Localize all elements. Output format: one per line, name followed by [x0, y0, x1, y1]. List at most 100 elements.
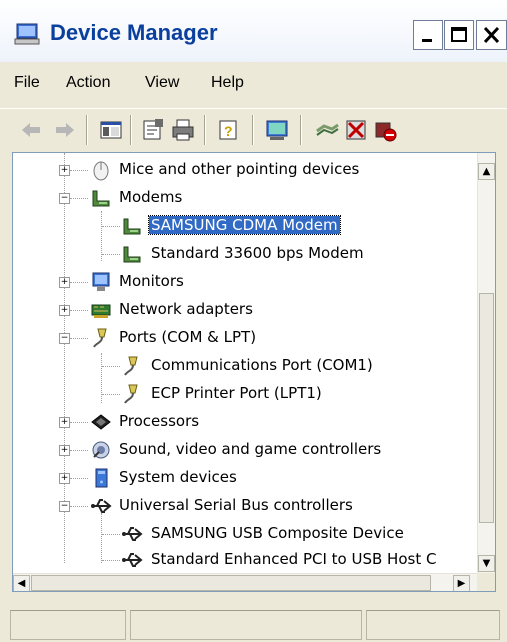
collapse-button[interactable]: −	[59, 333, 70, 344]
horizontal-scrollbar[interactable]: ◀ ▶	[13, 573, 477, 591]
network-adapter-icon	[91, 304, 111, 318]
tree-item-label: Mice and other pointing devices	[119, 160, 360, 178]
expand-button[interactable]: +	[59, 473, 70, 484]
expand-button[interactable]: +	[59, 277, 70, 288]
scroll-right-arrow-icon: ▶	[457, 578, 466, 589]
scan-hardware-icon[interactable]	[264, 117, 290, 143]
toolbar-separator	[204, 115, 206, 145]
print-icon[interactable]	[170, 117, 196, 143]
tree-connector	[102, 366, 120, 367]
close-button[interactable]	[476, 20, 507, 50]
back-arrow-icon[interactable]	[18, 117, 44, 143]
menu-file[interactable]: File	[14, 74, 40, 92]
tree-item-com1[interactable]: Communications Port (COM1)	[13, 353, 477, 379]
tree-connector	[70, 450, 88, 451]
toolbar: ?	[0, 108, 507, 151]
system-device-icon	[95, 468, 108, 488]
tree-item-standard-modem[interactable]: Standard 33600 bps Modem	[13, 241, 477, 267]
expand-button[interactable]: +	[59, 445, 70, 456]
tree-item-processors[interactable]: + Processors	[13, 409, 477, 435]
device-manager-window: Device Manager File Action View Help ? +…	[0, 0, 507, 642]
tree-item-mice[interactable]: + Mice and other pointing devices	[13, 157, 477, 183]
processor-icon	[91, 414, 111, 430]
tree-item-label: System devices	[119, 468, 237, 486]
status-panel	[366, 610, 500, 640]
tree-item-lpt1[interactable]: ECP Printer Port (LPT1)	[13, 381, 477, 407]
tree-item-label: Ports (COM & LPT)	[119, 328, 257, 346]
tree-item-label: Sound, video and game controllers	[119, 440, 382, 458]
modem-icon	[92, 190, 110, 207]
vertical-scrollbar[interactable]: ▲ ▼	[477, 153, 495, 573]
minimize-button[interactable]	[413, 20, 443, 50]
minimize-icon	[422, 39, 432, 42]
tree-connector	[102, 226, 120, 227]
uninstall-device-icon[interactable]	[372, 117, 398, 143]
tree-item-samsung-usb-composite[interactable]: SAMSUNG USB Composite Device	[13, 521, 477, 547]
sound-icon	[92, 441, 110, 459]
status-panel	[10, 610, 126, 640]
collapse-button[interactable]: −	[59, 501, 70, 512]
usb-icon	[122, 553, 143, 567]
window-title: Device Manager	[50, 20, 218, 45]
expand-button[interactable]: +	[59, 305, 70, 316]
update-driver-icon[interactable]	[314, 117, 340, 143]
toolbar-separator	[300, 115, 302, 145]
tree-item-ports[interactable]: − Ports (COM & LPT)	[13, 325, 477, 351]
scroll-left-button[interactable]: ◀	[13, 575, 30, 591]
tree-connector	[70, 506, 88, 507]
tree-item-label: Standard Enhanced PCI to USB Host C	[151, 550, 437, 568]
tree-connector	[102, 560, 120, 561]
tree-item-system-devices[interactable]: + System devices	[13, 465, 477, 491]
tree-item-standard-enhanced-pci-usb[interactable]: Standard Enhanced PCI to USB Host C	[13, 547, 477, 573]
tree-item-monitors[interactable]: + Monitors	[13, 269, 477, 295]
horizontal-scroll-thumb[interactable]	[31, 575, 431, 591]
help-icon[interactable]: ?	[216, 117, 242, 143]
tree-item-sound[interactable]: + Sound, video and game controllers	[13, 437, 477, 463]
maximize-icon	[451, 27, 467, 42]
device-tree[interactable]: + Mice and other pointing devices − Mode…	[12, 152, 496, 592]
menu-action[interactable]: Action	[66, 74, 110, 92]
disable-device-icon[interactable]	[343, 117, 369, 143]
tree-item-modems[interactable]: − Modems	[13, 185, 477, 211]
scroll-up-button[interactable]: ▲	[478, 163, 495, 180]
collapse-button[interactable]: −	[59, 193, 70, 204]
tree-item-samsung-cdma-modem[interactable]: SAMSUNG CDMA Modem	[13, 213, 477, 239]
tree-connector	[102, 534, 120, 535]
toolbar-separator	[86, 115, 88, 145]
svg-text:?: ?	[224, 123, 233, 139]
tree-item-label: Communications Port (COM1)	[151, 356, 373, 374]
tree-connector	[70, 310, 88, 311]
usb-icon	[122, 527, 143, 541]
expand-button[interactable]: +	[59, 417, 70, 428]
monitor-icon	[92, 272, 110, 291]
scrollbar-corner	[477, 573, 495, 591]
tree-connector	[70, 282, 88, 283]
tree-item-network-adapters[interactable]: + Network adapters	[13, 297, 477, 323]
tree-item-label: Standard 33600 bps Modem	[151, 244, 364, 262]
properties-icon[interactable]	[140, 117, 166, 143]
maximize-button[interactable]	[444, 20, 474, 50]
scroll-left-arrow-icon: ◀	[17, 578, 26, 589]
console-tree-icon[interactable]	[98, 117, 124, 143]
tree-item-usb-controllers[interactable]: − Universal Serial Bus controllers	[13, 493, 477, 519]
expand-button[interactable]: +	[59, 165, 70, 176]
tree-connector	[102, 394, 120, 395]
forward-arrow-icon[interactable]	[52, 117, 78, 143]
tree-item-label: Modems	[119, 188, 183, 206]
title-bar[interactable]: Device Manager	[0, 0, 507, 62]
scroll-down-button[interactable]: ▼	[478, 555, 495, 572]
tree-item-label: Monitors	[119, 272, 184, 290]
menu-help[interactable]: Help	[211, 74, 244, 92]
tree-connector	[102, 254, 120, 255]
scroll-down-arrow-icon: ▼	[482, 558, 491, 569]
port-icon	[93, 328, 107, 348]
tree-item-label: Universal Serial Bus controllers	[119, 496, 353, 514]
status-bar	[0, 604, 507, 642]
tree-connector	[70, 478, 88, 479]
menu-view[interactable]: View	[145, 74, 179, 92]
tree-connector	[70, 338, 88, 339]
scroll-right-button[interactable]: ▶	[453, 575, 470, 591]
vertical-scroll-thumb[interactable]	[479, 293, 494, 523]
usb-icon	[91, 499, 112, 513]
close-icon	[483, 26, 500, 44]
